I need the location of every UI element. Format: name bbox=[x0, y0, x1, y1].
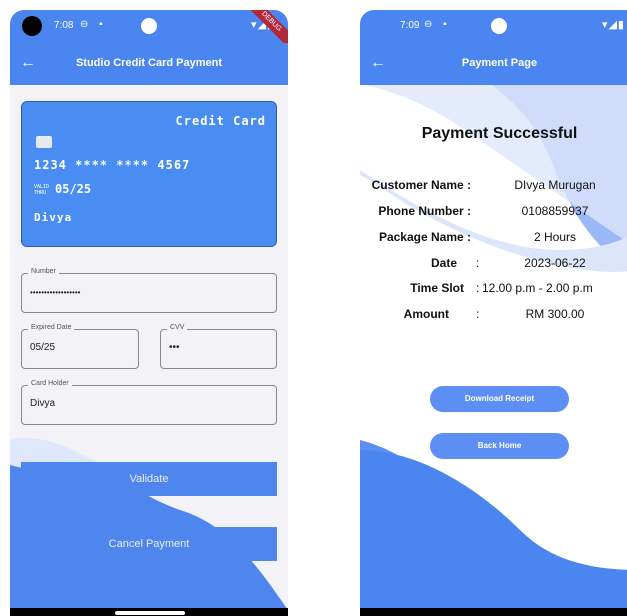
home-indicator[interactable] bbox=[115, 611, 185, 615]
camera-dot bbox=[141, 18, 157, 34]
status-bar: 7:09 ⊖ ▪ ▾◢▮ bbox=[360, 10, 627, 43]
detail-colon: : bbox=[476, 281, 480, 295]
detail-value: 12.00 p.m - 2.00 p.m bbox=[482, 281, 593, 295]
detail-value: DIvya Murugan bbox=[514, 178, 596, 192]
camera-dot bbox=[491, 18, 507, 34]
detail-label: Time Slot bbox=[410, 281, 464, 295]
status-bar: 7:08 ⊖ ▪ ▾◢▮ DEBUG bbox=[10, 10, 288, 51]
detail-colon: : bbox=[476, 307, 480, 321]
number-field[interactable]: Number •••••••••••••••••• bbox=[21, 268, 277, 313]
detail-value: 0108859937 bbox=[521, 204, 589, 218]
download-receipt-button[interactable]: Download Receipt bbox=[430, 386, 569, 412]
payment-success-screen: 7:09 ⊖ ▪ ▾◢▮ ← Payment Page Payment Succ… bbox=[360, 10, 627, 616]
detail-label: Amount bbox=[403, 307, 449, 321]
card-number: 1234 **** **** 4567 bbox=[34, 158, 191, 172]
cvv-label: CVV bbox=[167, 324, 188, 331]
cancel-payment-button[interactable]: Cancel Payment bbox=[21, 527, 277, 561]
card-holder-name: Divya bbox=[34, 211, 73, 224]
detail-label: Date bbox=[430, 256, 457, 270]
card-expiry: 05/25 bbox=[55, 182, 92, 196]
number-value: •••••••••••••••••• bbox=[30, 288, 81, 297]
detail-label: Phone Number : bbox=[378, 204, 471, 218]
credit-card-preview: Credit Card 1234 **** **** 4567 VALID TH… bbox=[21, 101, 277, 247]
status-time: 7:09 bbox=[400, 20, 420, 31]
app-bar: ← Payment Page bbox=[360, 43, 627, 85]
expiry-field[interactable]: Expired Date 05/25 bbox=[21, 324, 139, 369]
detail-value: 2 Hours bbox=[533, 230, 577, 244]
validate-button[interactable]: Validate bbox=[21, 462, 277, 496]
app-bar: ← Studio Credit Card Payment bbox=[10, 43, 288, 85]
card-chip-icon bbox=[36, 136, 52, 148]
payment-form-screen: 7:08 ⊖ ▪ ▾◢▮ DEBUG ← Studio Credit Card … bbox=[10, 10, 288, 616]
page-title: Studio Credit Card Payment bbox=[75, 57, 223, 69]
detail-value: 2023-06-22 bbox=[524, 256, 586, 270]
detail-value: RM 300.00 bbox=[525, 307, 585, 321]
detail-label: Customer Name : bbox=[371, 178, 471, 192]
status-time: 7:08 bbox=[54, 20, 74, 31]
card-holder-value: Divya bbox=[30, 398, 56, 409]
detail-colon: : bbox=[476, 256, 480, 270]
status-icons: ⊖ ▪ bbox=[80, 19, 107, 30]
expiry-value: 05/25 bbox=[30, 342, 56, 353]
payment-success-heading: Payment Successful bbox=[421, 125, 578, 142]
system-nav-bar bbox=[360, 608, 627, 616]
card-title: Credit Card bbox=[175, 114, 266, 128]
number-label: Number bbox=[28, 268, 59, 275]
expiry-label: Expired Date bbox=[28, 324, 75, 331]
valid-thru-label: VALID THRU bbox=[34, 184, 50, 196]
camera-cutout bbox=[22, 16, 42, 36]
cvv-value: ••• bbox=[169, 342, 180, 353]
system-nav-bar bbox=[10, 608, 288, 616]
card-holder-label: Card Holder bbox=[28, 380, 72, 387]
back-home-button[interactable]: Back Home bbox=[430, 433, 569, 459]
detail-label: Package Name : bbox=[378, 230, 471, 244]
cvv-field[interactable]: CVV ••• bbox=[160, 324, 277, 369]
card-holder-field[interactable]: Card Holder Divya bbox=[21, 380, 277, 425]
status-icons: ⊖ ▪ bbox=[424, 19, 451, 30]
signal-battery-icon: ▾◢▮ bbox=[601, 19, 625, 31]
page-title: Payment Page bbox=[461, 57, 538, 69]
